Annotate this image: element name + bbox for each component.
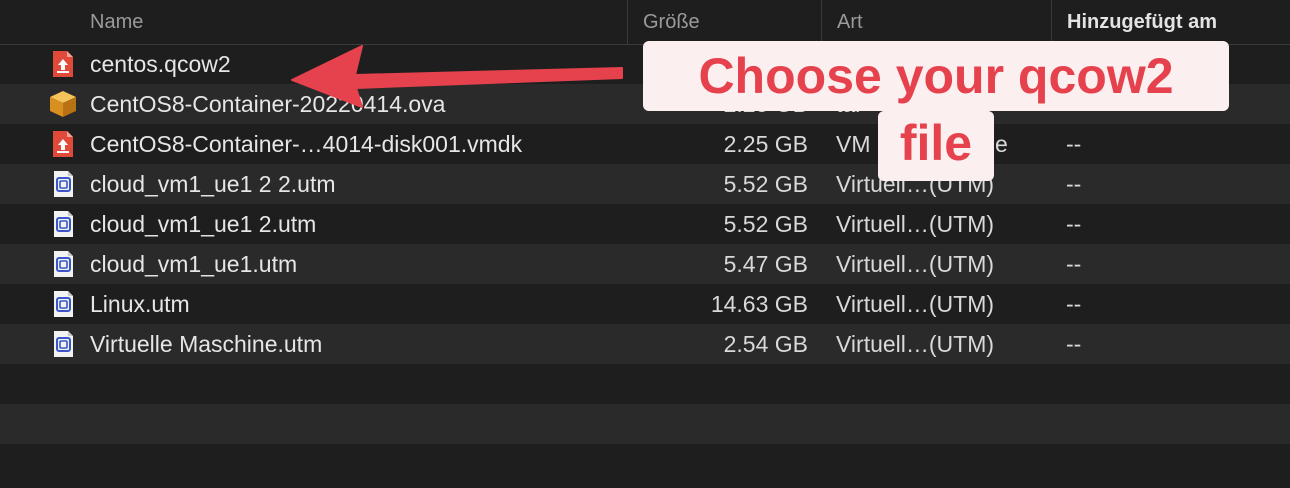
file-date-added: -- [1066, 251, 1082, 277]
file-name: Virtuelle Maschine.utm [90, 331, 323, 357]
file-kind-tail: e [995, 131, 1008, 157]
empty-row [0, 444, 1290, 484]
annotation-callout-line2: file [878, 111, 994, 181]
file-kind: Virtuell…(UTM) [836, 251, 995, 277]
file-size: 2.54 GB [723, 331, 808, 357]
file-date-added: -- [1066, 131, 1082, 157]
file-row[interactable]: cloud_vm1_ue1.utm 5.47 GB Virtuell…(UTM)… [0, 244, 1290, 284]
empty-row [0, 404, 1290, 444]
column-header-name[interactable]: Name [90, 0, 143, 44]
utm-icon [48, 250, 78, 278]
file-size: 5.52 GB [723, 171, 808, 197]
file-row[interactable]: Virtuelle Maschine.utm 2.54 GB Virtuell…… [0, 324, 1290, 364]
utm-icon [48, 290, 78, 318]
finder-window: Name Größe Art Hinzugefügt am centos.qco… [0, 0, 1290, 488]
file-row[interactable]: cloud_vm1_ue1 2.utm 5.52 GB Virtuell…(UT… [0, 204, 1290, 244]
file-name: CentOS8-Container-20220414.ova [90, 91, 446, 117]
file-kind: VM [836, 131, 871, 157]
annotation-callout-line1: Choose your qcow2 [643, 41, 1229, 111]
column-header-size[interactable]: Größe [627, 0, 821, 44]
empty-row [0, 364, 1290, 404]
column-header-kind[interactable]: Art [821, 0, 1051, 44]
file-date-added: -- [1066, 331, 1082, 357]
file-size: 14.63 GB [710, 291, 808, 317]
file-row[interactable]: CentOS8-Container-…4014-disk001.vmdk 2.2… [0, 124, 1290, 164]
column-header-date-added[interactable]: Hinzugefügt am [1051, 0, 1290, 44]
file-size: 5.52 GB [723, 211, 808, 237]
file-name: cloud_vm1_ue1 2 2.utm [90, 171, 336, 197]
document-icon [48, 130, 78, 158]
file-name: centos.qcow2 [90, 51, 231, 77]
file-row[interactable]: Linux.utm 14.63 GB Virtuell…(UTM) -- [0, 284, 1290, 324]
file-size: 2.25 GB [723, 131, 808, 157]
file-name: CentOS8-Container-…4014-disk001.vmdk [90, 131, 523, 157]
file-date-added: -- [1066, 211, 1082, 237]
file-date-added: -- [1066, 171, 1082, 197]
file-kind: Virtuell…(UTM) [836, 291, 995, 317]
file-kind: Virtuell…(UTM) [836, 331, 995, 357]
file-name: cloud_vm1_ue1.utm [90, 251, 298, 277]
file-size: 5.47 GB [723, 251, 808, 277]
file-name: cloud_vm1_ue1 2.utm [90, 211, 317, 237]
file-row[interactable]: cloud_vm1_ue1 2 2.utm 5.52 GB Virtuell…(… [0, 164, 1290, 204]
utm-icon [48, 170, 78, 198]
file-date-added: -- [1066, 291, 1082, 317]
document-icon [48, 50, 78, 78]
file-kind: Virtuell…(UTM) [836, 211, 995, 237]
utm-icon [48, 210, 78, 238]
column-header-bar: Name Größe Art Hinzugefügt am [0, 0, 1290, 45]
utm-icon [48, 330, 78, 358]
file-name: Linux.utm [90, 291, 190, 317]
package-icon [48, 90, 78, 118]
